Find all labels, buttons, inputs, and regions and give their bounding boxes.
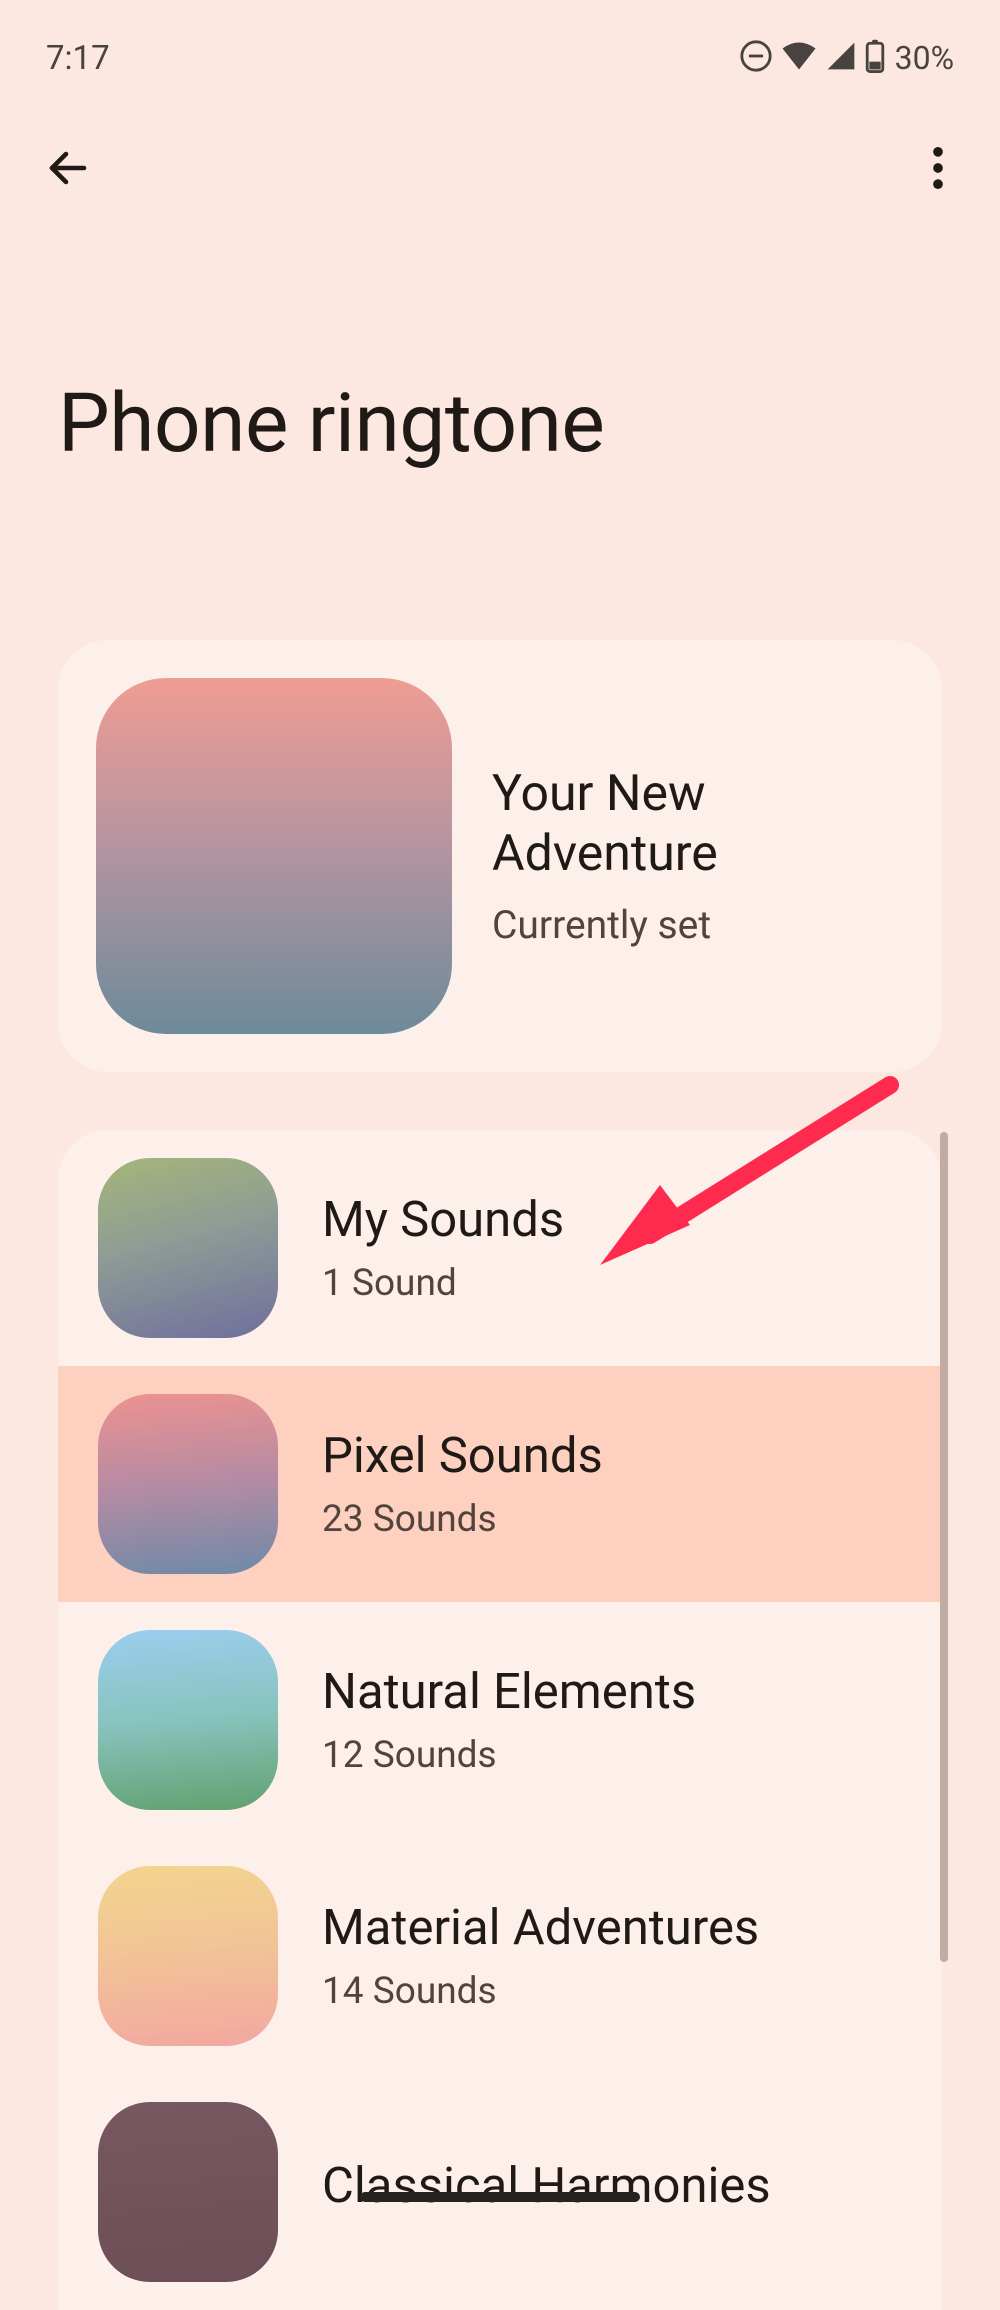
signal-icon xyxy=(825,40,857,76)
list-title: Pixel Sounds xyxy=(322,1427,603,1484)
top-bar xyxy=(0,88,1000,208)
list-title: Classical Harmonies xyxy=(322,2157,771,2214)
nav-handle[interactable] xyxy=(360,2192,640,2202)
thumbnail-my-sounds xyxy=(98,1158,278,1338)
list-subtitle: 1 Sound xyxy=(322,1262,564,1305)
list-subtitle: 12 Sounds xyxy=(322,1734,696,1777)
thumbnail-material-adventures xyxy=(98,1866,278,2046)
current-thumbnail xyxy=(96,678,452,1034)
battery-text: 30% xyxy=(895,39,954,77)
current-subtitle: Currently set xyxy=(492,902,904,948)
list-title: Natural Elements xyxy=(322,1663,696,1720)
list-item-my-sounds[interactable]: My Sounds 1 Sound xyxy=(58,1130,942,1366)
current-text: Your New Adventure Currently set xyxy=(492,764,904,948)
thumbnail-natural-elements xyxy=(98,1630,278,1810)
list-item-material-adventures[interactable]: Material Adventures 14 Sounds xyxy=(58,1838,942,2074)
list-subtitle: 14 Sounds xyxy=(322,1970,759,2013)
back-button[interactable] xyxy=(42,142,94,194)
list-title: Material Adventures xyxy=(322,1899,759,1956)
list-item-natural-elements[interactable]: Natural Elements 12 Sounds xyxy=(58,1602,942,1838)
arrow-left-icon xyxy=(44,144,92,192)
wifi-icon xyxy=(781,38,817,78)
thumbnail-classical-harmonies xyxy=(98,2102,278,2282)
battery-icon xyxy=(865,39,885,77)
thumbnail-pixel-sounds xyxy=(98,1394,278,1574)
page-title: Phone ringtone xyxy=(0,208,1000,472)
status-bar: 7:17 30% xyxy=(0,0,1000,88)
scroll-indicator xyxy=(940,1132,948,1962)
more-button[interactable] xyxy=(912,142,964,194)
dnd-icon xyxy=(739,39,773,77)
current-title: Your New Adventure xyxy=(492,764,904,884)
status-icons: 30% xyxy=(739,38,954,78)
list-subtitle: 23 Sounds xyxy=(322,1498,603,1541)
status-time: 7:17 xyxy=(46,39,110,78)
current-ringtone-card[interactable]: Your New Adventure Currently set xyxy=(58,640,942,1072)
sound-categories-list: My Sounds 1 Sound Pixel Sounds 23 Sounds… xyxy=(58,1130,942,2310)
list-title: My Sounds xyxy=(322,1191,564,1248)
list-item-pixel-sounds[interactable]: Pixel Sounds 23 Sounds xyxy=(58,1366,942,1602)
more-vert-icon xyxy=(933,147,943,189)
